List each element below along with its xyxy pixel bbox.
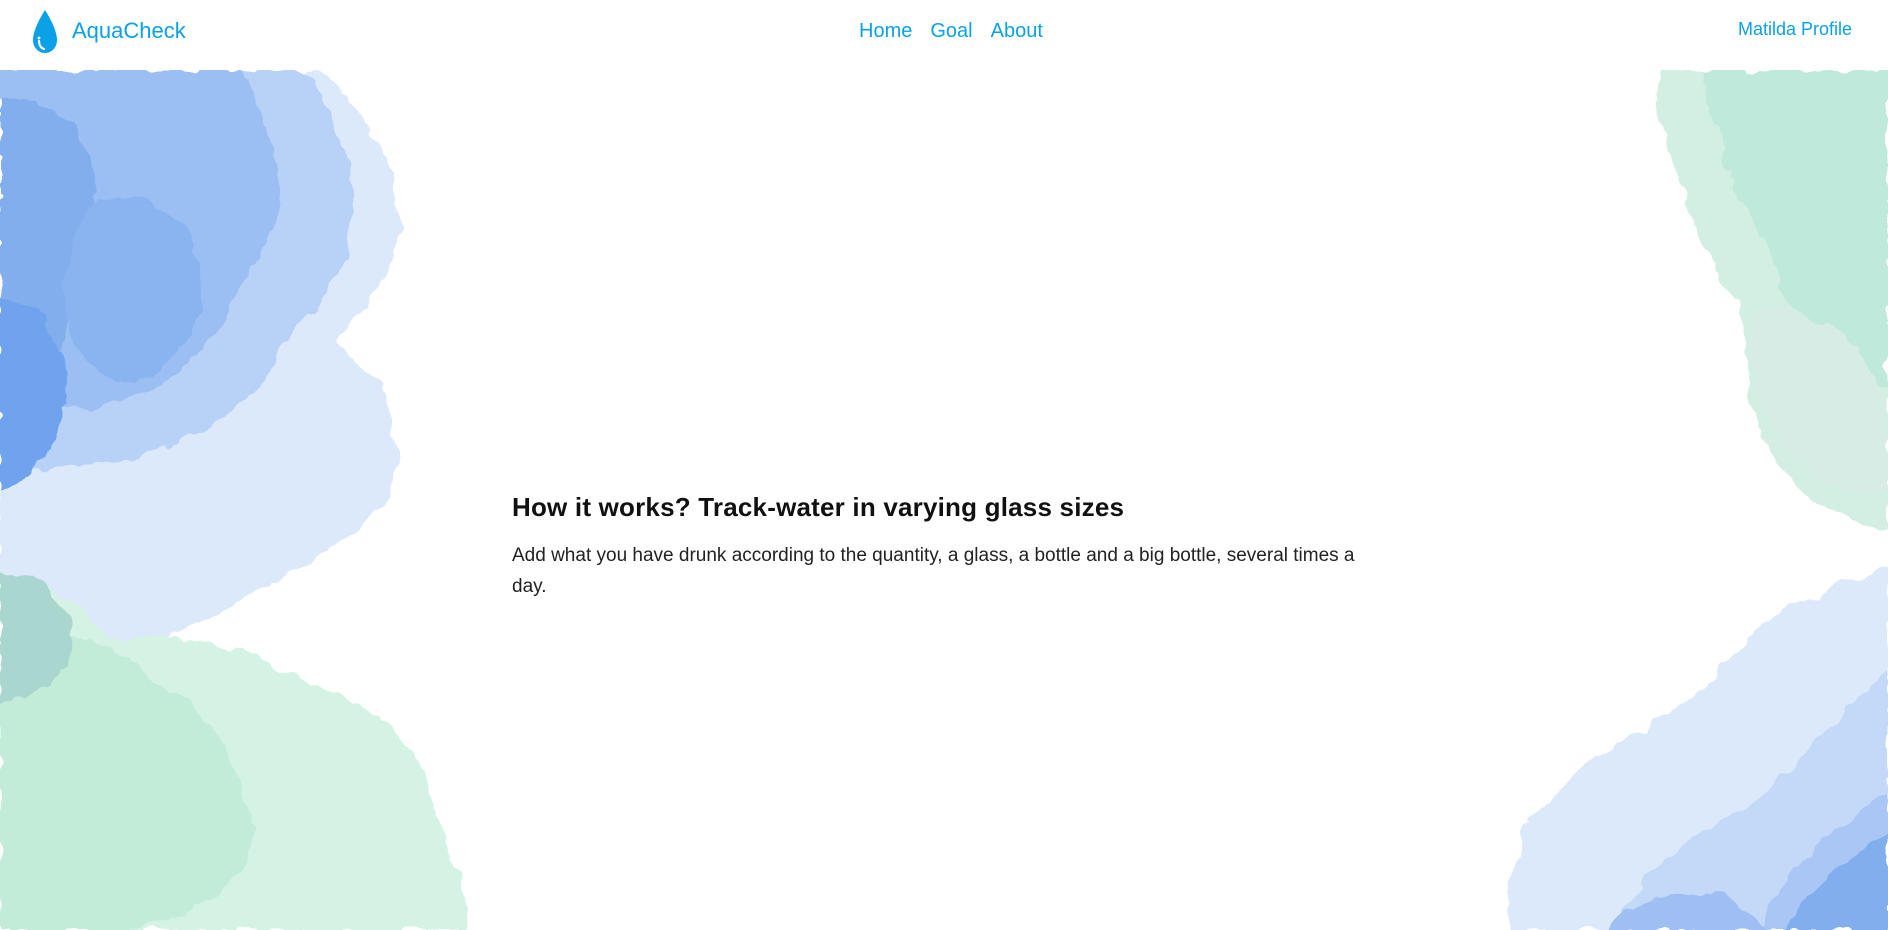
section-heading: How it works? Track-water in varying gla… <box>512 492 1125 522</box>
main-nav: Home Goal About <box>850 16 1052 46</box>
nav-goal-link[interactable]: Goal <box>921 16 981 46</box>
nav-about-link[interactable]: About <box>982 16 1052 46</box>
green-splash-bottom-left <box>0 574 472 930</box>
brand-name: AquaCheck <box>72 18 186 43</box>
blue-splash-top-left <box>0 70 399 680</box>
blue-splash-bottom-right <box>1508 570 1888 930</box>
profile-link[interactable]: Matilda Profile <box>1738 18 1852 40</box>
green-splash-top-right <box>1656 70 1888 530</box>
nav-home-link[interactable]: Home <box>850 16 921 46</box>
top-navbar: AquaCheck Home Goal About Matilda Profil… <box>0 0 1888 70</box>
section-description: Add what you have drunk according to the… <box>512 545 1355 597</box>
water-drop-icon <box>30 8 60 54</box>
how-it-works-section: How it works? Track-water in varying gla… <box>512 490 1380 602</box>
brand-home-link[interactable]: AquaCheck <box>30 8 186 54</box>
